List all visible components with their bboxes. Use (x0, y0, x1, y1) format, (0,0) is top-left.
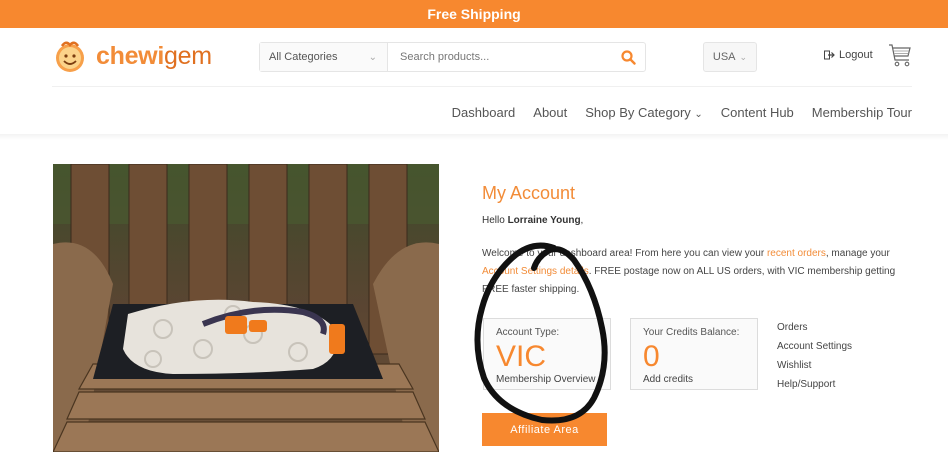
nav-item-membership-tour[interactable]: Membership Tour (812, 105, 912, 120)
search-icon (620, 49, 636, 65)
affiliate-area-button[interactable]: Affiliate Area (482, 413, 607, 446)
smiley-face-icon (52, 38, 88, 74)
nav-item-dashboard[interactable]: Dashboard (452, 105, 516, 120)
account-type-label: Account Type: (496, 327, 560, 338)
nav-shadow (0, 134, 948, 140)
recent-orders-link[interactable]: recent orders (767, 248, 826, 259)
greeting-prefix: Hello (482, 215, 508, 226)
search-input[interactable] (388, 43, 611, 71)
account-settings-link[interactable]: Account Settings (777, 337, 852, 356)
site-header: chewigem All Categories ⌄ USA ⌄ Logout (0, 28, 948, 86)
country-select[interactable]: USA ⌄ (703, 42, 757, 72)
chevron-down-icon: ⌄ (739, 51, 748, 62)
nav-item-shop-by-category-label: Shop By Category (585, 105, 691, 120)
greeting-suffix: , (580, 215, 584, 226)
logo-wordmark: chewigem (96, 41, 212, 70)
page-title: My Account (482, 183, 576, 203)
help-support-link[interactable]: Help/Support (777, 375, 852, 394)
logout-link[interactable]: Logout (824, 49, 873, 61)
greeting: Hello Lorraine Young, (482, 215, 583, 226)
add-credits-link[interactable]: Add credits (643, 374, 745, 385)
chevron-down-icon: ⌄ (368, 51, 377, 63)
welcome-part-1: Welcome to your dashboard area! From her… (482, 248, 767, 259)
main-navigation: Dashboard About Shop By Category ⌄ Conte… (452, 105, 912, 120)
account-type-card[interactable]: Account Type: VIC Membership Overview (483, 318, 611, 390)
account-details-link[interactable]: Account Settings details (482, 266, 589, 277)
nav-item-shop-by-category[interactable]: Shop By Category ⌄ (585, 105, 703, 120)
logout-label: Logout (839, 49, 873, 61)
welcome-part-2: , manage your (825, 248, 890, 259)
credits-balance-card[interactable]: Your Credits Balance: 0 Add credits (630, 318, 758, 390)
cart-button[interactable] (888, 42, 912, 68)
product-photo (53, 164, 439, 452)
country-value: USA (712, 51, 736, 63)
logout-icon (824, 50, 835, 60)
nav-item-content-hub[interactable]: Content Hub (721, 105, 794, 120)
category-select-value: All Categories (269, 51, 338, 63)
account-type-value: VIC (496, 340, 547, 373)
chewigem-logo[interactable]: chewigem (52, 36, 212, 76)
orders-link[interactable]: Orders (777, 318, 852, 337)
wishlist-link[interactable]: Wishlist (777, 356, 852, 375)
membership-overview-link[interactable]: Membership Overview (496, 374, 598, 385)
user-name: Lorraine Young (507, 215, 581, 226)
free-shipping-banner: Free Shipping (0, 0, 948, 28)
nav-item-about[interactable]: About (533, 105, 567, 120)
search-button[interactable] (611, 43, 645, 71)
credits-balance-value: 0 (643, 340, 660, 373)
search-bar: All Categories ⌄ (259, 42, 646, 72)
welcome-text: Welcome to your dashboard area! From her… (482, 245, 912, 299)
header-divider (52, 86, 912, 87)
account-links: Orders Account Settings Wishlist Help/Su… (777, 318, 852, 394)
credits-balance-label: Your Credits Balance: (643, 327, 740, 338)
category-select[interactable]: All Categories ⌄ (260, 43, 388, 71)
chevron-down-icon: ⌄ (694, 109, 703, 120)
cart-icon (889, 44, 911, 67)
